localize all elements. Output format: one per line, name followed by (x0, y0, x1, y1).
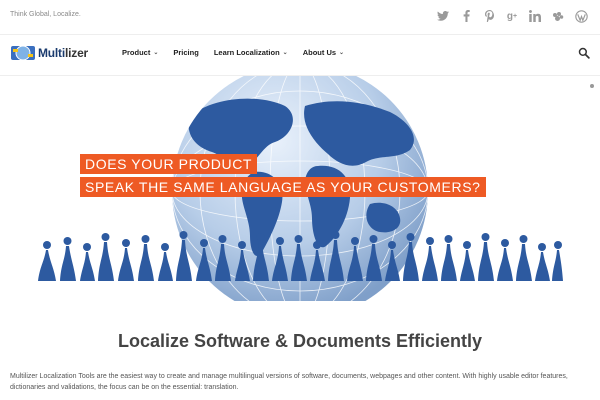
nav-item-pricing[interactable]: Pricing (173, 48, 198, 57)
twitter-icon[interactable] (436, 9, 450, 23)
intro-paragraph: Multilizer Localization Tools are the ea… (10, 373, 568, 391)
nav-item-label: About Us (302, 48, 337, 57)
facebook-icon[interactable] (459, 9, 473, 23)
hero-headline-line-1: DOES YOUR PRODUCT (80, 154, 258, 174)
social-links: g + (436, 9, 588, 23)
nav-item-product[interactable]: Product ⌄ (122, 48, 158, 57)
linkedin-icon[interactable] (528, 9, 542, 23)
main-nav: Multilizer Product ⌄ Pricing Learn Local… (0, 35, 600, 76)
meetup-icon[interactable] (551, 9, 565, 23)
chevron-down-icon: ⌄ (153, 50, 159, 56)
tagline: Think Global, Localize. (10, 11, 81, 18)
logo-icon (11, 45, 35, 61)
chevron-down-icon: ⌄ (282, 50, 288, 56)
wordpress-icon[interactable] (574, 9, 588, 23)
top-bar: Think Global, Localize. g + (0, 0, 600, 35)
hero-banner: DOES YOUR PRODUCT SPEAK THE SAME LANGUAG… (0, 63, 600, 319)
nav-item-label: Product (122, 48, 151, 57)
search-icon[interactable] (578, 47, 590, 59)
nav-item-about-us[interactable]: About Us ⌄ (303, 48, 344, 57)
hero-headline-line-2: SPEAK THE SAME LANGUAGE AS YOUR CUSTOMER… (80, 177, 486, 197)
nav-item-learn-localization[interactable]: Learn Localization ⌄ (214, 48, 288, 57)
nav-menu: Product ⌄ Pricing Learn Localization ⌄ A… (122, 48, 344, 57)
chevron-down-icon: ⌄ (339, 50, 345, 56)
logo-text: Multilizer (38, 46, 89, 60)
google-plus-icon[interactable]: g + (505, 9, 519, 23)
pinterest-icon[interactable] (482, 9, 496, 23)
nav-item-label: Learn Localization (213, 48, 280, 57)
nav-item-label: Pricing (173, 48, 199, 57)
section-title: Localize Software & Documents Efficientl… (117, 331, 483, 351)
site-logo[interactable]: Multilizer (10, 43, 88, 63)
